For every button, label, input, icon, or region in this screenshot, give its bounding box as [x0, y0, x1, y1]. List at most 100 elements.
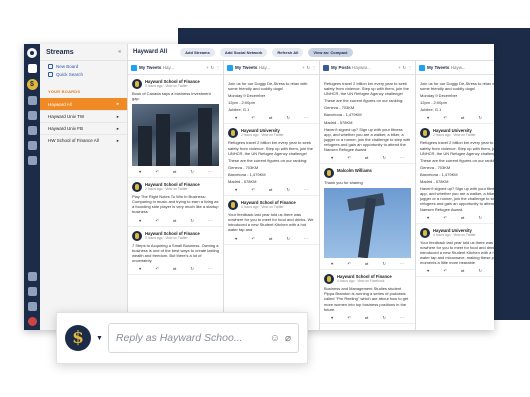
more-icon[interactable]: ⋯	[400, 315, 404, 320]
stream-post[interactable]: Hayward School of Finance 4 hours ago · V…	[224, 196, 319, 245]
more-icon[interactable]: ⋯	[208, 218, 212, 223]
share-icon[interactable]: ↻	[382, 261, 385, 266]
like-icon[interactable]: ♥	[235, 115, 237, 120]
quick-search-button[interactable]: Quick Search	[40, 69, 127, 77]
share-icon[interactable]: ↻	[286, 187, 289, 192]
stream-post[interactable]: Refugees travel 2 billion km every year …	[320, 75, 415, 165]
like-icon[interactable]: ♥	[427, 268, 429, 273]
share-icon[interactable]: ↻	[190, 266, 193, 271]
retweet-icon[interactable]: ⇄	[269, 187, 272, 192]
stream-post[interactable]: Hayward University 2 hours ago · View on …	[224, 124, 319, 197]
reply-account-avatar[interactable]	[65, 325, 91, 351]
like-icon[interactable]: ♥	[331, 261, 333, 266]
add-user-icon[interactable]: +	[302, 65, 304, 70]
like-icon[interactable]: ♥	[331, 155, 333, 160]
view-compact-dropdown[interactable]: View as: Compact	[308, 47, 353, 57]
add-streams-button[interactable]: Add Streams	[180, 47, 215, 57]
like-icon[interactable]: ♥	[139, 169, 141, 174]
share-icon[interactable]: ↻	[478, 115, 481, 120]
post-avatar[interactable]	[132, 182, 142, 193]
stream-post[interactable]: Hayward School of Finance 3 hours ago · V…	[128, 227, 223, 275]
post-author[interactable]: Hayward University	[433, 228, 476, 233]
like-icon[interactable]: ♥	[235, 187, 237, 192]
retweet-icon[interactable]: ⇄	[365, 155, 368, 160]
notifications-icon[interactable]	[27, 302, 37, 311]
add-user-icon[interactable]: +	[206, 65, 208, 70]
compose-icon[interactable]	[27, 64, 37, 73]
post-avatar[interactable]	[228, 200, 238, 211]
post-avatar[interactable]	[420, 128, 430, 139]
streams-icon[interactable]	[27, 96, 37, 105]
share-icon[interactable]: ↻	[190, 169, 193, 174]
reply-icon[interactable]: ↶	[156, 218, 159, 223]
org-logo-icon[interactable]: $	[26, 79, 38, 90]
post-avatar[interactable]	[324, 274, 334, 285]
share-icon[interactable]: ↻	[382, 315, 385, 320]
help-icon[interactable]	[27, 287, 37, 296]
share-icon[interactable]: ↻	[382, 155, 385, 160]
more-icon[interactable]: ⋯	[400, 261, 404, 266]
more-icon[interactable]: ⋮	[216, 65, 220, 70]
post-image[interactable]	[324, 188, 411, 259]
board-item-hayward-univ-tw[interactable]: Hayward Univ TW ▸	[40, 110, 127, 122]
reply-icon[interactable]: ↶	[252, 236, 255, 241]
post-avatar[interactable]	[324, 168, 334, 179]
more-icon[interactable]: ⋯	[304, 236, 308, 241]
refresh-icon[interactable]: ↻	[403, 65, 406, 70]
stream-post[interactable]: Hayward School of Finance 4 hours ago · V…	[320, 270, 415, 324]
more-icon[interactable]: ⋯	[208, 266, 212, 271]
stream-post[interactable]: Hayward School of Finance 2 hours ago · V…	[128, 178, 223, 227]
stream-post[interactable]: Hayward University 2 hours ago · View on …	[416, 124, 494, 224]
reply-icon[interactable]: ↶	[156, 266, 159, 271]
apps-icon[interactable]	[27, 272, 37, 281]
collapse-icon[interactable]: «	[118, 49, 121, 55]
more-icon[interactable]: ⋮	[312, 65, 316, 70]
more-icon[interactable]: ⋮	[408, 65, 412, 70]
like-icon[interactable]: ♥	[139, 266, 141, 271]
stream-post[interactable]: Hayward University 4 hours ago · View on …	[416, 224, 494, 278]
reply-icon[interactable]: ↶	[252, 115, 255, 120]
inbox-icon[interactable]	[27, 141, 37, 150]
board-item-hayward-all[interactable]: Hayward All ▸	[40, 98, 127, 110]
refresh-icon[interactable]: ↻	[307, 65, 310, 70]
board-item-hw-finance-all[interactable]: HW School of Finance All ▸	[40, 134, 127, 146]
like-icon[interactable]: ♥	[331, 315, 333, 320]
refresh-all-button[interactable]: Refresh All	[272, 47, 304, 57]
paperclip-icon[interactable]: ⌀	[285, 333, 291, 344]
smiley-icon[interactable]: ☺	[270, 333, 280, 344]
retweet-icon[interactable]: ⇄	[269, 115, 272, 120]
retweet-icon[interactable]: ⇄	[461, 115, 464, 120]
refresh-icon[interactable]: ↻	[211, 65, 214, 70]
post-avatar[interactable]	[228, 128, 238, 139]
stream-post[interactable]: Hayward School of Finance 3 hours ago · V…	[128, 75, 223, 179]
chevron-down-icon[interactable]: ▼	[96, 335, 103, 342]
share-icon[interactable]: ↻	[286, 236, 289, 241]
owl-logo-icon[interactable]	[27, 48, 37, 58]
post-avatar[interactable]	[132, 230, 142, 241]
retweet-icon[interactable]: ⇄	[173, 266, 176, 271]
retweet-icon[interactable]: ⇄	[461, 215, 464, 220]
reply-icon[interactable]: ↶	[348, 155, 351, 160]
share-icon[interactable]: ↻	[478, 268, 481, 273]
share-icon[interactable]: ↻	[286, 115, 289, 120]
stream-post[interactable]: Join us for our Doggy De-Stress to relax…	[224, 75, 319, 125]
reply-icon[interactable]: ↶	[348, 315, 351, 320]
retweet-icon[interactable]: ⇄	[173, 169, 176, 174]
user-avatar[interactable]	[27, 317, 37, 326]
retweet-icon[interactable]: ⇄	[173, 218, 176, 223]
retweet-icon[interactable]: ⇄	[365, 315, 368, 320]
reply-icon[interactable]: ↶	[252, 187, 255, 192]
assignments-icon[interactable]	[27, 156, 37, 165]
reply-icon[interactable]: ↶	[156, 169, 159, 174]
share-icon[interactable]: ↻	[478, 215, 481, 220]
more-icon[interactable]: ⋯	[304, 187, 308, 192]
post-avatar[interactable]	[420, 227, 430, 238]
stream-post[interactable]: Join us for our Doggy De-Stress to relax…	[416, 75, 494, 125]
post-avatar[interactable]	[132, 79, 142, 89]
reply-icon[interactable]: ↶	[444, 115, 447, 120]
stream-post[interactable]: Malcolm Williams Thank you for sharing ♥ ↶ ⇄…	[320, 164, 415, 271]
more-icon[interactable]: ⋯	[304, 115, 308, 120]
more-icon[interactable]: ⋯	[400, 155, 404, 160]
like-icon[interactable]: ♥	[427, 115, 429, 120]
more-icon[interactable]: ⋯	[208, 169, 212, 174]
